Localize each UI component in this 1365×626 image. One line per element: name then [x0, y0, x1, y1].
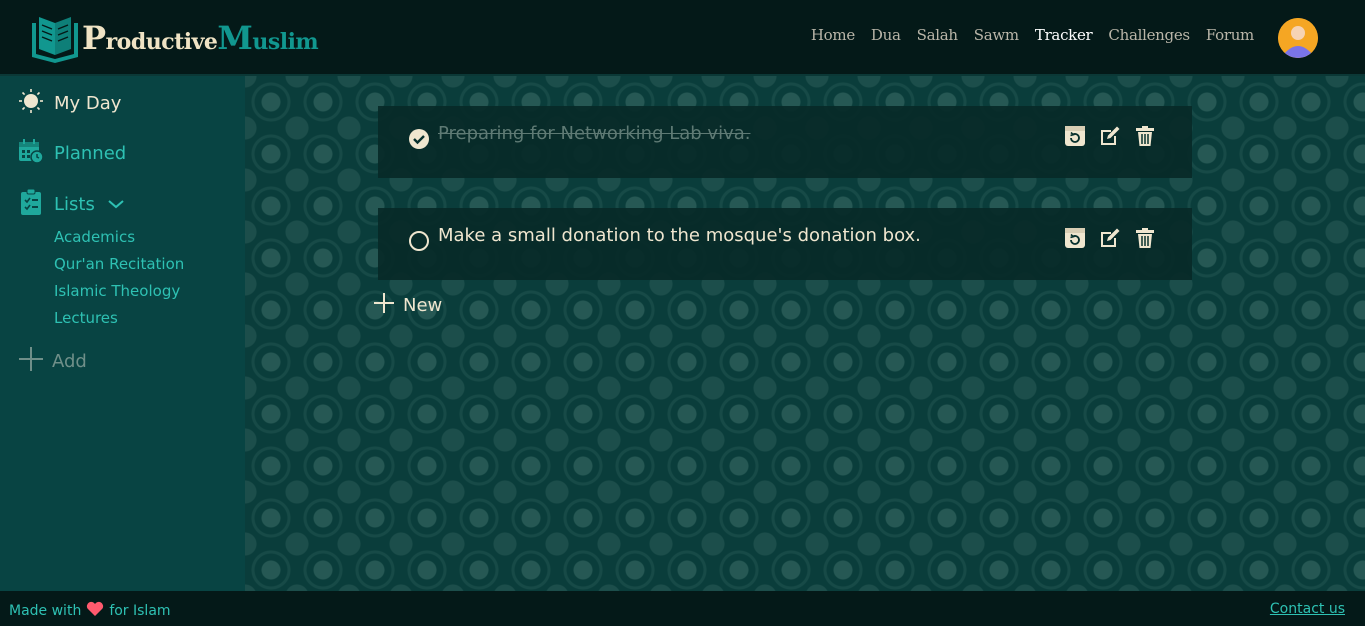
- task-item: Make a small donation to the mosque's do…: [378, 208, 1192, 280]
- contact-us-link[interactable]: Contact us: [1270, 601, 1345, 617]
- sidebar-item-planned[interactable]: Planned: [18, 138, 126, 168]
- nav-salah[interactable]: Salah: [917, 26, 958, 44]
- list-item-academics[interactable]: Academics: [54, 228, 135, 246]
- trash-icon[interactable]: [1134, 125, 1169, 151]
- brand-letter-p: P: [82, 19, 106, 57]
- sun-icon: [18, 88, 44, 118]
- edit-icon[interactable]: [1099, 227, 1134, 253]
- nav-sawm[interactable]: Sawm: [974, 26, 1019, 44]
- sidebar: My Day Planned Lists Academics Qur'an Re…: [0, 76, 245, 591]
- brand-word-productive: roductive: [105, 29, 218, 55]
- footer-tagline: Made with for Islam: [9, 601, 171, 621]
- top-nav-bar: ProductiveMuslim Home Dua Salah Sawm Tra…: [0, 0, 1365, 76]
- task-actions: [1064, 125, 1169, 151]
- book-icon: [30, 13, 80, 63]
- nav-home[interactable]: Home: [811, 26, 855, 44]
- add-list-button[interactable]: Add: [18, 346, 87, 376]
- site-logo[interactable]: ProductiveMuslim: [30, 12, 319, 64]
- task-panel: Preparing for Networking Lab viva. Make …: [245, 76, 1365, 591]
- brand-name: ProductiveMuslim: [82, 19, 319, 57]
- new-task-label: New: [403, 294, 443, 316]
- footer-for-islam: for Islam: [109, 603, 171, 619]
- new-task-button[interactable]: New: [373, 292, 442, 318]
- main-nav: Home Dua Salah Sawm Tracker Challenges F…: [795, 26, 1254, 44]
- footer-made-with: Made with: [9, 603, 82, 619]
- sidebar-item-lists[interactable]: Lists: [18, 188, 125, 220]
- plus-icon: [18, 346, 44, 376]
- clipboard-list-icon: [18, 188, 44, 220]
- list-item-islamic-theology[interactable]: Islamic Theology: [54, 282, 180, 300]
- unchecked-circle-icon[interactable]: [408, 230, 430, 256]
- nav-challenges[interactable]: Challenges: [1108, 26, 1190, 44]
- brand-word-muslim: uslim: [252, 29, 319, 55]
- heart-icon: [86, 601, 104, 621]
- user-avatar[interactable]: [1278, 18, 1318, 58]
- brand-letter-m: M: [217, 19, 253, 57]
- footer: Made with for Islam Contact us: [0, 591, 1365, 626]
- task-item: Preparing for Networking Lab viva.: [378, 106, 1192, 178]
- task-actions: [1064, 227, 1169, 253]
- edit-icon[interactable]: [1099, 125, 1134, 151]
- task-text: Make a small donation to the mosque's do…: [438, 225, 921, 246]
- sidebar-label-lists: Lists: [54, 193, 95, 215]
- repeat-icon[interactable]: [1064, 227, 1099, 253]
- sidebar-label-my-day: My Day: [54, 92, 122, 114]
- list-item-lectures[interactable]: Lectures: [54, 309, 118, 327]
- user-avatar-icon: [1278, 18, 1318, 58]
- add-list-label: Add: [52, 350, 87, 372]
- nav-forum[interactable]: Forum: [1206, 26, 1254, 44]
- trash-icon[interactable]: [1134, 227, 1169, 253]
- chevron-down-icon[interactable]: [107, 195, 125, 214]
- list-item-quran-recitation[interactable]: Qur'an Recitation: [54, 255, 184, 273]
- repeat-icon[interactable]: [1064, 125, 1099, 151]
- sidebar-label-planned: Planned: [54, 142, 127, 164]
- task-text: Preparing for Networking Lab viva.: [438, 123, 751, 144]
- checked-circle-icon[interactable]: [408, 128, 430, 154]
- nav-dua[interactable]: Dua: [871, 26, 901, 44]
- sidebar-item-my-day[interactable]: My Day: [18, 88, 121, 118]
- calendar-clock-icon: [18, 138, 44, 168]
- plus-icon: [373, 292, 395, 318]
- nav-tracker[interactable]: Tracker: [1035, 26, 1093, 44]
